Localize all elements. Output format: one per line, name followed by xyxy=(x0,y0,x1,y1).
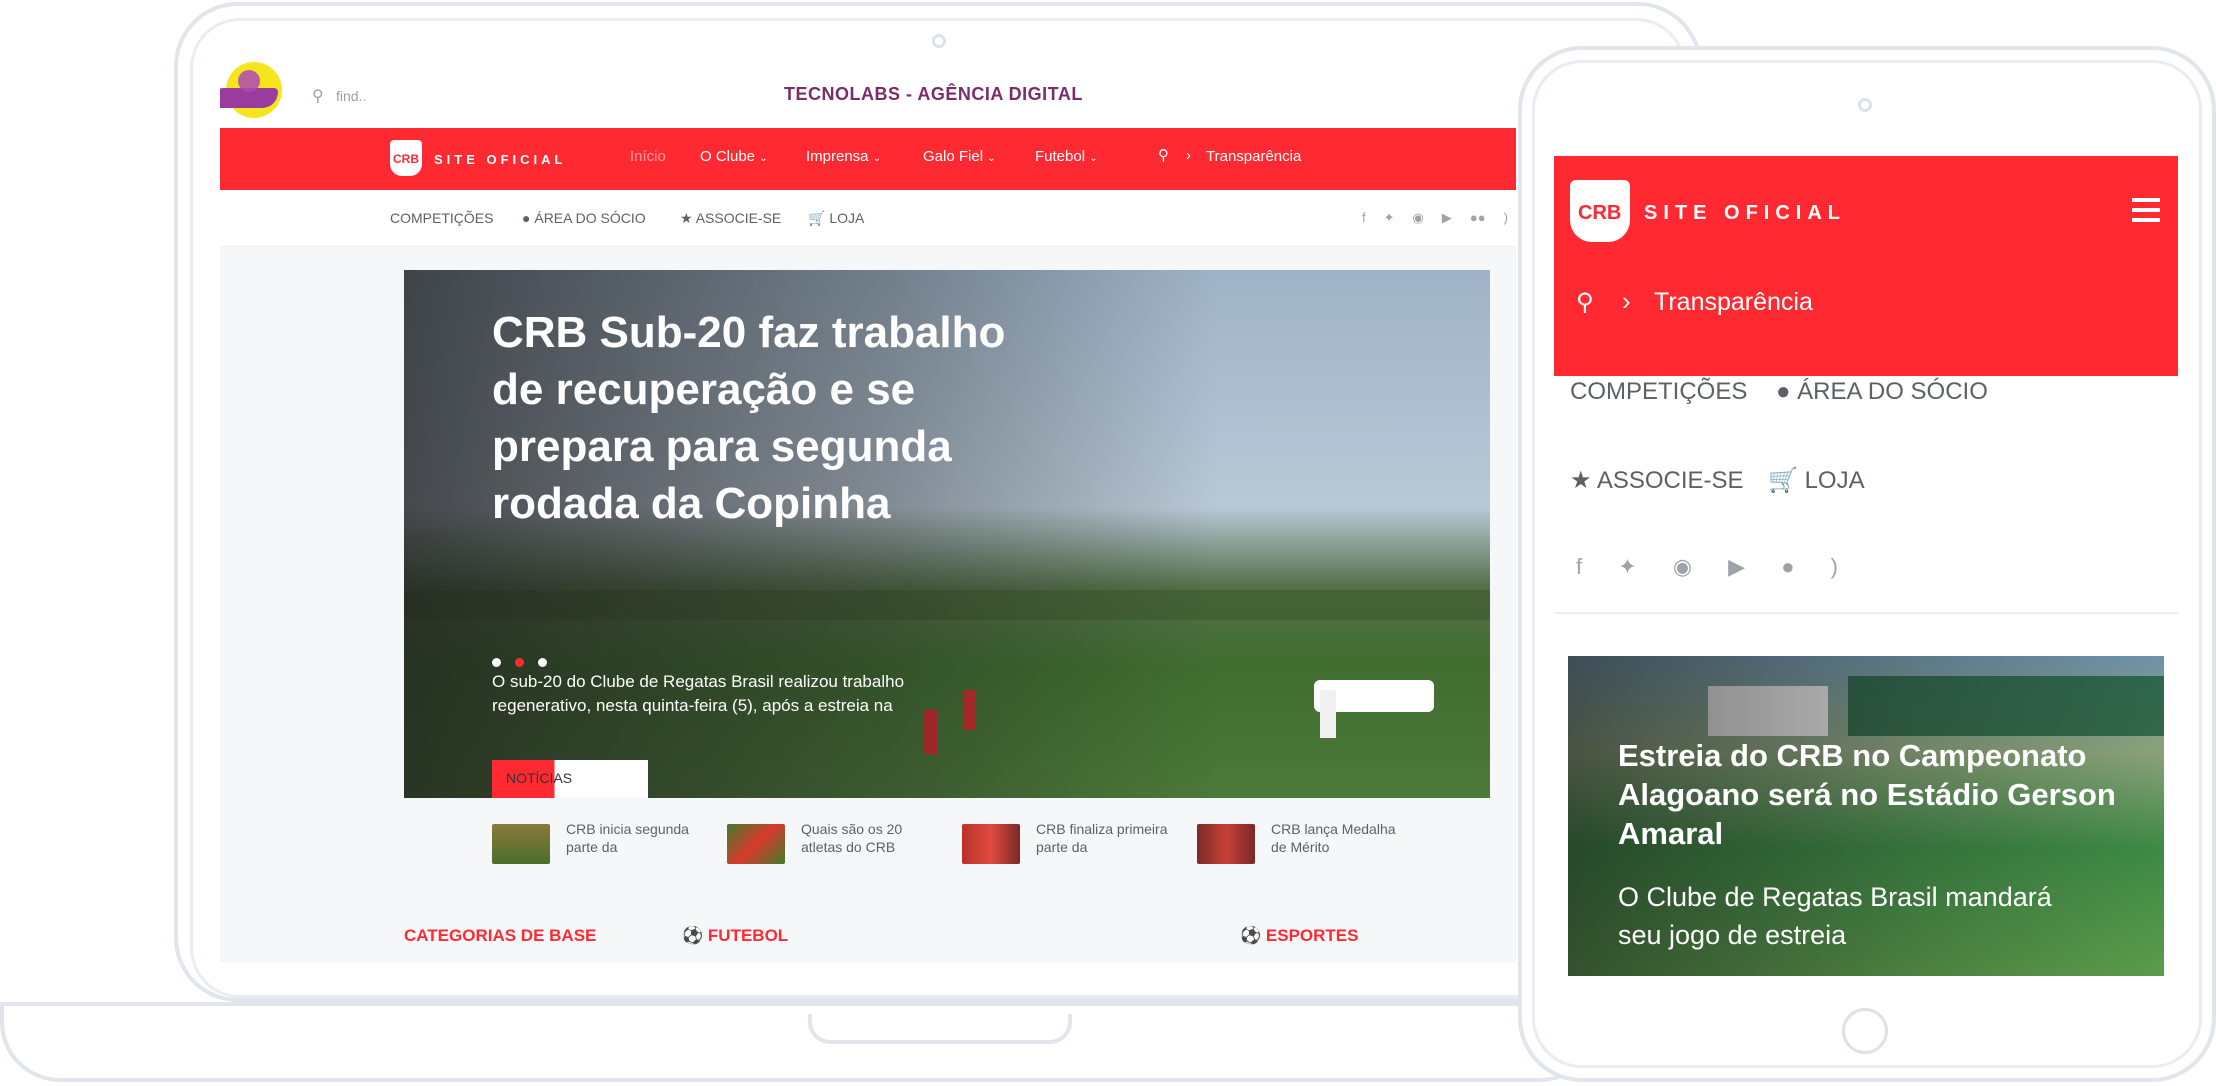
chevron-down-icon: ⌄ xyxy=(1089,153,1098,164)
nav-item-galo-fiel[interactable]: Galo Fiel ⌄ xyxy=(923,148,996,165)
thumb-title: Quais são os 20 atletas do CRB xyxy=(801,821,903,855)
search-box[interactable]: ⚲ find.. xyxy=(312,86,652,110)
chevron-right-icon: › xyxy=(1186,147,1191,164)
thumb-image xyxy=(727,824,785,864)
nav-item-futebol[interactable]: Futebol ⌄ xyxy=(1035,148,1098,165)
site-oficial-label: SITE OFICIAL xyxy=(434,152,567,167)
site-oficial-label: SITE OFICIAL xyxy=(1644,202,1846,224)
tablet-hero[interactable]: Estreia do CRB no Campeonato Alagoano se… xyxy=(1568,656,2164,976)
facebook-icon[interactable]: f xyxy=(1362,210,1366,226)
chevron-down-icon: ⌄ xyxy=(872,153,882,164)
soccer-ball-icon: ⚽ xyxy=(1240,926,1262,945)
youtube-icon[interactable]: ▶ xyxy=(1728,554,1745,580)
thumb-title: CRB finaliza primeira parte da xyxy=(1036,821,1168,855)
search-placeholder: find.. xyxy=(336,88,367,104)
tablet-social-links: f ✦ ◉ ▶ ● ) xyxy=(1576,554,1838,580)
star-icon: ★ xyxy=(680,210,693,226)
subnav-associe-se[interactable]: ★ ASSOCIE-SE xyxy=(1570,466,1744,495)
news-thumb-item[interactable]: Quais são os 20 atletas do CRB xyxy=(727,820,927,864)
tablet-screen: CRB SITE OFICIAL ⚲ › Transparência COMPE… xyxy=(1554,156,2178,976)
category-badge-label: NOTÍCIAS xyxy=(506,770,573,786)
nav-item-inicio[interactable]: Início xyxy=(630,148,666,165)
slider-dots xyxy=(492,658,547,667)
subnav-competicoes[interactable]: COMPETIÇÕES xyxy=(390,210,493,226)
section-futebol[interactable]: ⚽ FUTEBOL xyxy=(682,926,788,946)
laptop-notch xyxy=(808,1014,1072,1044)
cart-icon: 🛒 xyxy=(1768,467,1798,494)
rss-icon[interactable]: ) xyxy=(1504,210,1508,226)
flickr-icon[interactable]: ● xyxy=(1781,554,1794,580)
social-links: f ✦ ◉ ▶ ●● ) xyxy=(1362,210,1508,226)
news-thumb-item[interactable]: CRB lança Medalha de Mérito xyxy=(1197,820,1397,864)
chevron-right-icon: › xyxy=(1622,286,1631,316)
flickr-icon[interactable]: ●● xyxy=(1470,210,1486,226)
crb-logo: CRB xyxy=(390,140,422,176)
twitter-icon[interactable]: ✦ xyxy=(1384,210,1395,226)
tablet-camera xyxy=(1858,98,1872,112)
subnav-area-do-socio[interactable]: ● ÁREA DO SÓCIO xyxy=(522,210,646,226)
subnav-area-do-socio[interactable]: ● ÁREA DO SÓCIO xyxy=(1776,378,1988,406)
chevron-down-icon: ⌄ xyxy=(759,153,768,164)
cart-icon: 🛒 xyxy=(808,210,826,226)
rss-icon[interactable]: ) xyxy=(1831,554,1838,580)
tablet-hero-excerpt: O Clube de Regatas Brasil mandará seu jo… xyxy=(1618,882,2052,950)
section-categorias-de-base[interactable]: CATEGORIAS DE BASE xyxy=(404,926,596,946)
tablet-hero-title[interactable]: Estreia do CRB no Campeonato Alagoano se… xyxy=(1618,736,2138,853)
search-icon[interactable]: ⚲ xyxy=(1158,146,1169,164)
subnav-competicoes[interactable]: COMPETIÇÕES xyxy=(1570,378,1747,406)
thumb-image xyxy=(492,824,550,864)
search-icon[interactable]: ⚲ xyxy=(1576,288,1594,317)
thumb-title: CRB lança Medalha de Mérito xyxy=(1271,821,1396,855)
agency-logo[interactable] xyxy=(220,62,288,122)
facebook-icon[interactable]: f xyxy=(1576,554,1582,580)
soccer-ball-icon: ⚽ xyxy=(682,926,704,945)
subnav-associe-se[interactable]: ★ ASSOCIE-SE xyxy=(680,210,781,227)
section-esportes[interactable]: ⚽ ESPORTES xyxy=(1240,926,1359,946)
slider-dot-active[interactable] xyxy=(515,658,524,667)
laptop-camera xyxy=(932,34,946,48)
slider-dot[interactable] xyxy=(538,658,547,667)
twitter-icon[interactable]: ✦ xyxy=(1618,554,1636,580)
news-thumb-item[interactable]: CRB inicia segunda parte da xyxy=(492,820,692,864)
chevron-down-icon: ⌄ xyxy=(987,153,996,164)
laptop-base xyxy=(0,1002,1600,1082)
instagram-icon[interactable]: ◉ xyxy=(1413,210,1424,226)
divider xyxy=(1554,612,2178,614)
hero-title[interactable]: CRB Sub-20 faz trabalho de recuperação e… xyxy=(492,304,1012,532)
hero-excerpt: O sub-20 do Clube de Regatas Brasil real… xyxy=(492,672,905,715)
crb-logo: CRB xyxy=(1570,180,1630,242)
nav-item-imprensa[interactable]: Imprensa ⌄ xyxy=(806,148,881,165)
thumb-title: CRB inicia segunda parte da xyxy=(566,821,689,855)
subnav-loja[interactable]: 🛒 LOJA xyxy=(808,210,864,227)
category-badge[interactable]: NOTÍCIAS xyxy=(492,760,648,798)
thumb-image xyxy=(962,824,1020,864)
search-icon: ⚲ xyxy=(312,88,324,105)
main-nav: CRB SITE OFICIAL Início O Clube ⌄ Impren… xyxy=(220,128,1516,190)
nav-item-o-clube[interactable]: O Clube ⌄ xyxy=(700,148,768,165)
top-bar: ⚲ find.. TECNOLABS - AGÊNCIA DIGITAL xyxy=(220,58,1516,128)
instagram-icon[interactable]: ◉ xyxy=(1673,554,1692,580)
agency-title: TECNOLABS - AGÊNCIA DIGITAL xyxy=(784,84,1083,104)
star-icon: ★ xyxy=(1570,467,1592,494)
nav-item-transparencia[interactable]: Transparência xyxy=(1654,288,1813,317)
hamburger-menu-icon[interactable] xyxy=(2132,198,2160,222)
slider-dot[interactable] xyxy=(492,658,501,667)
tablet-header: CRB SITE OFICIAL ⚲ › Transparência xyxy=(1554,156,2178,376)
user-icon: ● xyxy=(1776,378,1791,405)
user-icon: ● xyxy=(522,210,531,226)
laptop-screen: ⚲ find.. TECNOLABS - AGÊNCIA DIGITAL CRB… xyxy=(220,58,1516,962)
tablet-home-button[interactable] xyxy=(1842,1008,1888,1054)
subnav-loja[interactable]: 🛒 LOJA xyxy=(1768,466,1865,495)
news-thumb-item[interactable]: CRB finaliza primeira parte da xyxy=(962,820,1167,864)
nav-item-transparencia[interactable]: Transparência xyxy=(1206,148,1301,165)
youtube-icon[interactable]: ▶ xyxy=(1442,210,1452,226)
secondary-nav: COMPETIÇÕES ● ÁREA DO SÓCIO ★ ASSOCIE-SE… xyxy=(220,190,1516,247)
thumb-image xyxy=(1197,824,1255,864)
hero-slider[interactable]: CRB Sub-20 faz trabalho de recuperação e… xyxy=(404,270,1490,798)
